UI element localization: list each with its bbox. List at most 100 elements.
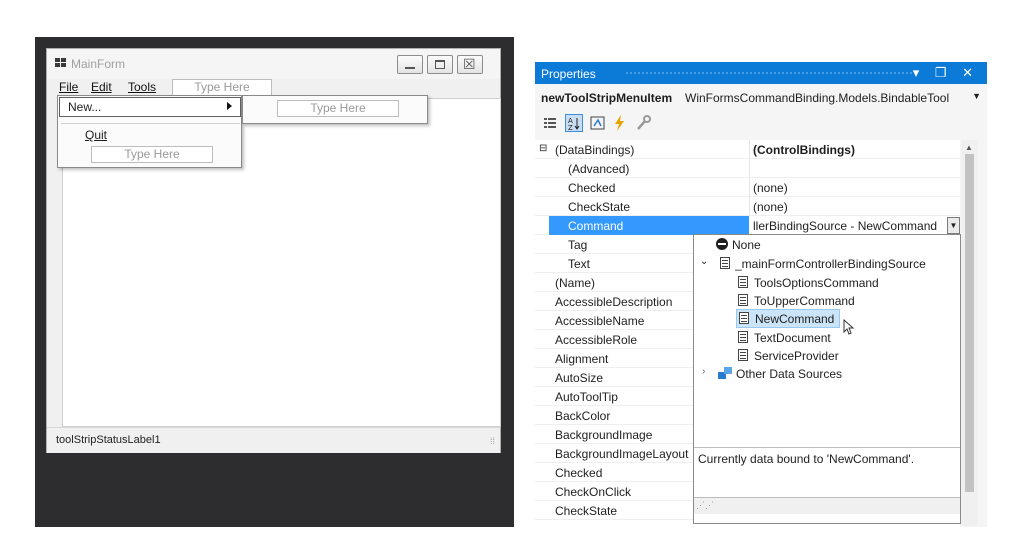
menu-item-quit[interactable]: Quit bbox=[85, 128, 107, 142]
property-name: CheckState bbox=[555, 504, 618, 518]
command-dropdown: None ⌄ _mainFormControllerBindingSource … bbox=[693, 234, 961, 524]
panel-window-buttons[interactable]: ▾ ❐ ✕ bbox=[913, 65, 979, 81]
data-sources-icon bbox=[718, 367, 732, 379]
description-separator bbox=[694, 447, 960, 448]
events-icon[interactable] bbox=[611, 114, 629, 132]
tree-node-label: TextDocument bbox=[754, 331, 831, 345]
tree-node-label: ToUpperCommand bbox=[754, 294, 855, 308]
binding-source-icon bbox=[720, 257, 730, 269]
property-value: (none) bbox=[753, 200, 788, 214]
tree-node-label: NewCommand bbox=[755, 312, 835, 326]
property-row[interactable]: Checked (none) bbox=[535, 178, 960, 197]
property-name: Checked bbox=[568, 181, 616, 195]
tree-node-label: ServiceProvider bbox=[754, 349, 839, 363]
submenu-arrow-icon bbox=[227, 102, 232, 110]
property-name: (DataBindings) bbox=[555, 143, 635, 157]
property-name: Tag bbox=[568, 238, 588, 252]
property-value: (ControlBindings) bbox=[753, 143, 855, 157]
menu-edit[interactable]: Edit bbox=[91, 80, 112, 94]
status-label[interactable]: toolStripStatusLabel1 bbox=[56, 434, 161, 446]
tree-node-label: _mainFormControllerBindingSource bbox=[735, 257, 926, 271]
maximize-icon bbox=[435, 60, 445, 69]
tree-node-label: None bbox=[732, 238, 761, 252]
property-name: AutoToolTip bbox=[555, 390, 618, 404]
properties-title: Properties bbox=[541, 67, 596, 81]
property-name: CheckState bbox=[568, 200, 631, 214]
menu-separator bbox=[61, 123, 240, 124]
property-name: BackgroundImageLayout bbox=[555, 447, 689, 461]
property-name: AccessibleRole bbox=[555, 333, 638, 347]
form-app-icon bbox=[55, 58, 67, 68]
object-type: WinFormsCommandBinding.Models.BindableTo… bbox=[685, 91, 950, 105]
object-name: newToolStripMenuItem bbox=[541, 91, 673, 105]
close-icon: ☒ bbox=[463, 56, 476, 72]
command-icon bbox=[739, 312, 749, 324]
property-row[interactable]: ⊟ (DataBindings) (ControlBindings) bbox=[535, 140, 960, 159]
command-icon bbox=[738, 349, 748, 361]
menu-item-new-label: New... bbox=[68, 100, 102, 114]
chevron-right-icon[interactable]: › bbox=[702, 366, 705, 377]
file-dropdown-menu: New... Quit Type Here bbox=[57, 95, 242, 168]
property-name: (Advanced) bbox=[568, 162, 630, 176]
tree-node-label: ToolsOptionsCommand bbox=[754, 276, 879, 290]
chevron-down-icon[interactable]: ▼ bbox=[972, 91, 981, 101]
form-menu-bar: File Edit Tools Type Here bbox=[47, 79, 500, 96]
tree-node-binding-source[interactable]: ⌄ _mainFormControllerBindingSource bbox=[700, 255, 950, 273]
alphabetical-icon[interactable]: AZ bbox=[565, 114, 583, 132]
property-name: BackgroundImage bbox=[555, 428, 653, 442]
chevron-down-icon[interactable]: ⌄ bbox=[700, 256, 708, 267]
property-name: AccessibleDescription bbox=[555, 295, 673, 309]
resize-grip-icon[interactable]: ⋰⋰ bbox=[696, 500, 714, 511]
property-name: Text bbox=[568, 257, 591, 271]
command-icon bbox=[738, 331, 748, 343]
property-value: (none) bbox=[753, 181, 788, 195]
status-strip: toolStripStatusLabel1 ⁞⁞ bbox=[47, 427, 500, 453]
menu-tools[interactable]: Tools bbox=[128, 80, 156, 94]
maximize-button[interactable] bbox=[427, 55, 453, 74]
collapse-icon[interactable]: ⊟ bbox=[539, 143, 547, 154]
property-name: Alignment bbox=[555, 352, 609, 366]
property-grid-scrollbar[interactable]: ▲ bbox=[961, 140, 978, 526]
tree-node-label: Other Data Sources bbox=[736, 367, 843, 381]
property-name: AccessibleName bbox=[555, 314, 645, 328]
tree-node-other-data-sources[interactable]: › Other Data Sources bbox=[702, 365, 902, 383]
categorized-icon[interactable] bbox=[541, 114, 559, 132]
minimize-icon bbox=[405, 67, 415, 69]
property-row-command[interactable]: Command llerBindingSource - NewCommand ▼ bbox=[535, 216, 960, 235]
property-pages-icon[interactable] bbox=[635, 114, 653, 132]
property-row[interactable]: (Advanced) bbox=[535, 159, 960, 178]
svg-text:Z: Z bbox=[568, 124, 573, 131]
menu-item-new[interactable]: New... bbox=[59, 97, 241, 117]
menu-type-here[interactable]: Type Here bbox=[172, 79, 272, 96]
property-name: BackColor bbox=[555, 409, 611, 423]
properties-title-bar: Properties ▾ ❐ ✕ bbox=[535, 62, 987, 84]
scroll-up-icon[interactable]: ▲ bbox=[965, 143, 973, 152]
submenu-type-here[interactable]: Type Here bbox=[277, 100, 399, 117]
command-icon bbox=[738, 276, 748, 288]
dropdown-resize-strip[interactable]: ⋰⋰ bbox=[694, 497, 960, 514]
properties-icon[interactable] bbox=[589, 114, 607, 132]
command-icon bbox=[738, 294, 748, 306]
form-title-bar[interactable]: MainForm ☒ bbox=[47, 49, 500, 79]
resize-grip-icon: ⁞⁞ bbox=[489, 436, 495, 446]
new-submenu: Type Here bbox=[242, 95, 428, 124]
binding-description: Currently data bound to 'NewCommand'. bbox=[698, 452, 915, 466]
form-title: MainForm bbox=[71, 57, 126, 71]
scroll-thumb[interactable] bbox=[965, 154, 974, 492]
menu-file[interactable]: File bbox=[59, 80, 78, 94]
mouse-cursor-icon bbox=[843, 318, 855, 335]
property-name: Command bbox=[568, 219, 624, 233]
dropdown-arrow-icon[interactable]: ▼ bbox=[947, 217, 960, 234]
property-name: CheckOnClick bbox=[555, 485, 632, 499]
property-row[interactable]: CheckState (none) bbox=[535, 197, 960, 216]
object-selector[interactable]: newToolStripMenuItem WinFormsCommandBind… bbox=[535, 88, 987, 108]
close-button[interactable]: ☒ bbox=[457, 55, 483, 74]
none-icon bbox=[716, 238, 728, 250]
property-name: AutoSize bbox=[555, 371, 604, 385]
command-value[interactable]: llerBindingSource - NewCommand bbox=[753, 219, 937, 233]
minimize-button[interactable] bbox=[397, 55, 423, 74]
property-name: Checked bbox=[555, 466, 603, 480]
file-menu-type-here[interactable]: Type Here bbox=[91, 146, 213, 163]
tree-node-new-command[interactable]: NewCommand bbox=[736, 309, 840, 328]
property-name: (Name) bbox=[555, 276, 596, 290]
